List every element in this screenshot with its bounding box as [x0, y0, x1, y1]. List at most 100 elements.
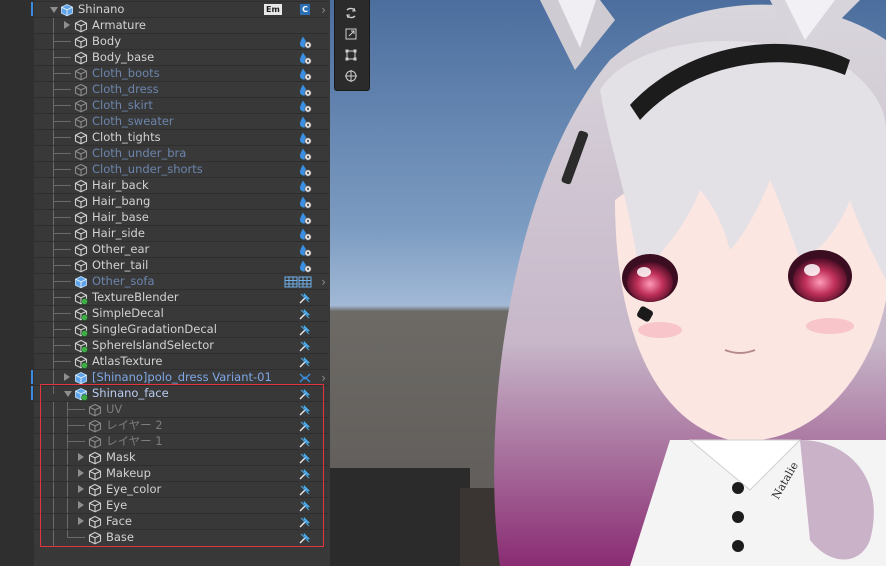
tree-guide-line	[53, 290, 54, 306]
hierarchy-row[interactable]: SimpleDecal	[34, 305, 328, 322]
tree-guide-line	[53, 185, 71, 186]
hierarchy-item-label: Body	[92, 34, 122, 48]
tree-guide-line	[53, 265, 71, 266]
hierarchy-row[interactable]: Armature	[34, 17, 328, 34]
transform-tool-icon[interactable]	[339, 67, 363, 85]
gameobject-icon	[74, 51, 88, 65]
rect-tool-icon[interactable]	[339, 46, 363, 64]
chevron-right-icon[interactable]: ›	[321, 275, 326, 289]
hierarchy-row[interactable]: Hair_back	[34, 177, 328, 194]
scene-view[interactable]: Natalie	[330, 0, 886, 566]
gameobject-icon	[74, 67, 88, 81]
hierarchy-row[interactable]: Cloth_sweater	[34, 113, 328, 130]
material-drop-icon[interactable]	[298, 259, 312, 273]
tree-guide-line	[53, 194, 54, 210]
hierarchy-row[interactable]: Body	[34, 33, 328, 50]
tree-guide-line	[53, 34, 54, 50]
hierarchy-row[interactable]: SingleGradationDecal	[34, 321, 328, 338]
gameobject-icon	[74, 163, 88, 177]
material-drop-icon[interactable]	[298, 35, 312, 49]
hierarchy-row[interactable]: Other_tail	[34, 257, 328, 274]
hierarchy-row[interactable]: AtlasTexture	[34, 353, 328, 370]
tree-guide-line	[53, 169, 71, 170]
pin-tool-icon[interactable]	[298, 355, 312, 369]
em-badge-icon[interactable]: Em	[264, 4, 282, 15]
material-drop-icon[interactable]	[298, 147, 312, 161]
chevron-right-icon[interactable]: ›	[321, 371, 326, 385]
material-drop-icon[interactable]	[298, 227, 312, 241]
hierarchy-row[interactable]: Cloth_dress	[34, 81, 328, 98]
grid-icon[interactable]	[298, 275, 312, 289]
hierarchy-item-label: Cloth_sweater	[92, 114, 174, 128]
hierarchy-item-label: Hair_back	[92, 178, 149, 192]
tree-guide-line	[53, 306, 54, 322]
pin-tool-icon[interactable]	[298, 323, 312, 337]
hierarchy-row[interactable]: Cloth_boots	[34, 65, 328, 82]
material-drop-icon[interactable]	[298, 131, 312, 145]
hierarchy-row[interactable]: Cloth_under_shorts	[34, 161, 328, 178]
hierarchy-row[interactable]: TextureBlender	[34, 289, 328, 306]
hierarchy-row[interactable]: Body_base	[34, 49, 328, 66]
tree-guide-line	[53, 73, 71, 74]
material-drop-icon[interactable]	[298, 195, 312, 209]
material-drop-icon[interactable]	[298, 243, 312, 257]
material-drop-icon[interactable]	[298, 83, 312, 97]
avatar-render: Natalie	[330, 0, 886, 566]
material-drop-icon[interactable]	[298, 179, 312, 193]
hierarchy-item-label: Other_ear	[92, 242, 150, 256]
hierarchy-row[interactable]: Hair_base	[34, 209, 328, 226]
scale-tool-icon[interactable]	[339, 25, 363, 43]
scene-marker	[31, 386, 33, 400]
hierarchy-item-label: Cloth_dress	[92, 82, 159, 96]
scene-tools-panel	[334, 0, 370, 91]
gameobject-icon	[74, 83, 88, 97]
hierarchy-item-label: Cloth_skirt	[92, 98, 153, 112]
material-drop-icon[interactable]	[298, 163, 312, 177]
material-drop-icon[interactable]	[298, 99, 312, 113]
chevron-right-icon[interactable]: ›	[321, 3, 326, 17]
hierarchy-row[interactable]: Other_sofa ›	[34, 273, 328, 290]
hierarchy-row[interactable]: Shinano Em C ›	[34, 1, 328, 17]
link-icon[interactable]	[298, 371, 312, 385]
tree-guide-line	[53, 146, 54, 162]
hierarchy-item-label: AtlasTexture	[92, 354, 163, 368]
hierarchy-row[interactable]: Cloth_tights	[34, 129, 328, 146]
hierarchy-row[interactable]: Hair_bang	[34, 193, 328, 210]
collapsed-arrow-icon[interactable]	[64, 21, 70, 29]
rotate-tool-icon[interactable]	[339, 4, 363, 22]
tree-guide-line	[53, 50, 54, 66]
gameobject-icon	[74, 243, 88, 257]
hierarchy-row[interactable]: Cloth_under_bra	[34, 145, 328, 162]
gameobject-icon	[74, 211, 88, 225]
tree-guide-line	[53, 162, 54, 178]
hierarchy-row[interactable]: SphereIslandSelector	[34, 337, 328, 354]
hierarchy-row[interactable]: Other_ear	[34, 241, 328, 258]
expanded-arrow-icon[interactable]	[50, 7, 58, 13]
hierarchy-item-label: Hair_bang	[92, 194, 151, 208]
prefab-icon	[74, 371, 88, 385]
tree-guide-line	[53, 41, 71, 42]
material-drop-icon[interactable]	[298, 51, 312, 65]
material-drop-icon[interactable]	[298, 67, 312, 81]
hierarchy-item-label: Cloth_boots	[92, 66, 160, 80]
hierarchy-item-label: Other_sofa	[92, 274, 155, 288]
hierarchy-row[interactable]: [Shinano]polo_dress Variant-01 ›	[34, 369, 328, 386]
material-drop-icon[interactable]	[298, 115, 312, 129]
collapsed-arrow-icon[interactable]	[64, 373, 70, 381]
tree-guide-line	[53, 66, 54, 82]
tree-guide-line	[53, 18, 54, 34]
tree-guide-line	[53, 114, 54, 130]
hierarchy-row[interactable]: Cloth_skirt	[34, 97, 328, 114]
hierarchy-item-label: Shinano	[78, 2, 125, 16]
pin-tool-icon[interactable]	[298, 291, 312, 305]
tree-guide-line	[53, 249, 71, 250]
tree-guide-line	[53, 98, 54, 114]
grid-icon[interactable]	[284, 275, 298, 289]
gameobject-icon	[74, 35, 88, 49]
pin-tool-icon[interactable]	[298, 307, 312, 321]
c-badge-icon[interactable]: C	[300, 4, 310, 15]
pin-tool-icon[interactable]	[298, 339, 312, 353]
hierarchy-item-label: Armature	[92, 18, 146, 32]
hierarchy-row[interactable]: Hair_side	[34, 225, 328, 242]
material-drop-icon[interactable]	[298, 211, 312, 225]
